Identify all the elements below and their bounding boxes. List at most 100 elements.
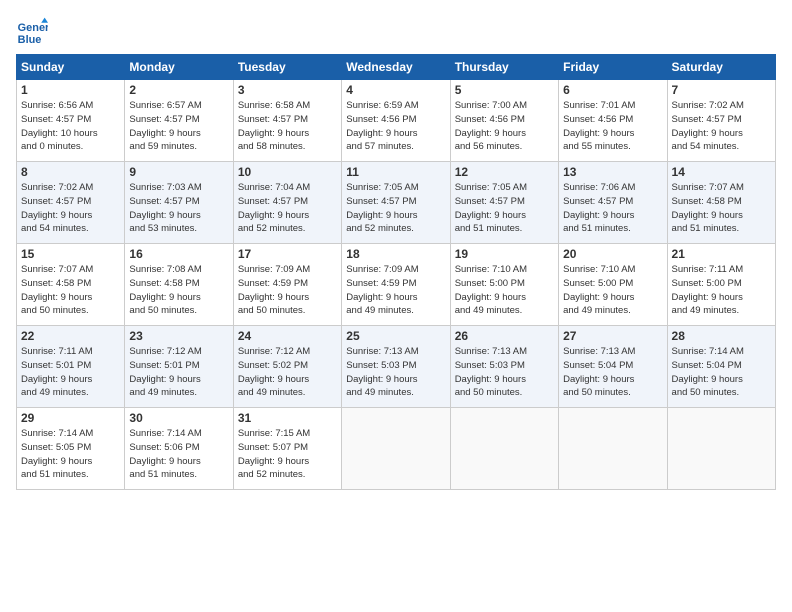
- logo: General Blue: [16, 16, 48, 48]
- day-info: Sunrise: 7:07 AMSunset: 4:58 PMDaylight:…: [21, 263, 120, 318]
- calendar-cell: 15 Sunrise: 7:07 AMSunset: 4:58 PMDayligh…: [17, 244, 125, 326]
- day-info: Sunrise: 7:10 AMSunset: 5:00 PMDaylight:…: [455, 263, 554, 318]
- day-info: Sunrise: 7:10 AMSunset: 5:00 PMDaylight:…: [563, 263, 662, 318]
- calendar-cell: 9 Sunrise: 7:03 AMSunset: 4:57 PMDaylight…: [125, 162, 233, 244]
- day-info: Sunrise: 7:09 AMSunset: 4:59 PMDaylight:…: [346, 263, 445, 318]
- day-info: Sunrise: 7:14 AMSunset: 5:06 PMDaylight:…: [129, 427, 228, 482]
- day-number: 9: [129, 165, 228, 179]
- calendar-cell: 7 Sunrise: 7:02 AMSunset: 4:57 PMDaylight…: [667, 80, 775, 162]
- day-number: 4: [346, 83, 445, 97]
- day-number: 19: [455, 247, 554, 261]
- calendar-cell: 22 Sunrise: 7:11 AMSunset: 5:01 PMDayligh…: [17, 326, 125, 408]
- day-number: 26: [455, 329, 554, 343]
- day-number: 3: [238, 83, 337, 97]
- calendar-cell: 11Sunrise: 7:05 AMSunset: 4:57 PMDayligh…: [342, 162, 450, 244]
- calendar-cell: [559, 408, 667, 490]
- calendar-cell: [667, 408, 775, 490]
- calendar-cell: 14 Sunrise: 7:07 AMSunset: 4:58 PMDayligh…: [667, 162, 775, 244]
- calendar-cell: 23 Sunrise: 7:12 AMSunset: 5:01 PMDayligh…: [125, 326, 233, 408]
- day-number: 6: [563, 83, 662, 97]
- day-number: 1: [21, 83, 120, 97]
- day-number: 5: [455, 83, 554, 97]
- day-number: 20: [563, 247, 662, 261]
- calendar-cell: 18 Sunrise: 7:09 AMSunset: 4:59 PMDayligh…: [342, 244, 450, 326]
- day-info: Sunrise: 7:04 AMSunset: 4:57 PMDaylight:…: [238, 181, 337, 236]
- day-info: Sunrise: 7:02 AMSunset: 4:57 PMDaylight:…: [21, 181, 120, 236]
- col-header-wednesday: Wednesday: [342, 55, 450, 80]
- calendar-cell: 2 Sunrise: 6:57 AMSunset: 4:57 PMDaylight…: [125, 80, 233, 162]
- day-number: 31: [238, 411, 337, 425]
- calendar-cell: 24 Sunrise: 7:12 AMSunset: 5:02 PMDayligh…: [233, 326, 341, 408]
- day-info: Sunrise: 7:14 AMSunset: 5:05 PMDaylight:…: [21, 427, 120, 482]
- day-info: Sunrise: 7:03 AMSunset: 4:57 PMDaylight:…: [129, 181, 228, 236]
- day-number: 13: [563, 165, 662, 179]
- day-number: 14: [672, 165, 771, 179]
- day-number: 25: [346, 329, 445, 343]
- calendar-cell: 8 Sunrise: 7:02 AMSunset: 4:57 PMDaylight…: [17, 162, 125, 244]
- day-info: Sunrise: 7:12 AMSunset: 5:01 PMDaylight:…: [129, 345, 228, 400]
- calendar-cell: 16 Sunrise: 7:08 AMSunset: 4:58 PMDayligh…: [125, 244, 233, 326]
- day-info: Sunrise: 7:12 AMSunset: 5:02 PMDaylight:…: [238, 345, 337, 400]
- day-number: 28: [672, 329, 771, 343]
- svg-text:Blue: Blue: [18, 34, 42, 46]
- svg-text:General: General: [18, 22, 48, 34]
- calendar-cell: 28 Sunrise: 7:14 AMSunset: 5:04 PMDayligh…: [667, 326, 775, 408]
- calendar-cell: 27 Sunrise: 7:13 AMSunset: 5:04 PMDayligh…: [559, 326, 667, 408]
- day-info: Sunrise: 7:07 AMSunset: 4:58 PMDaylight:…: [672, 181, 771, 236]
- col-header-tuesday: Tuesday: [233, 55, 341, 80]
- calendar-cell: 3 Sunrise: 6:58 AMSunset: 4:57 PMDaylight…: [233, 80, 341, 162]
- day-number: 7: [672, 83, 771, 97]
- page-header: General Blue: [16, 16, 776, 48]
- day-number: 8: [21, 165, 120, 179]
- day-info: Sunrise: 7:05 AMSunset: 4:57 PMDaylight:…: [455, 181, 554, 236]
- calendar-cell: 31Sunrise: 7:15 AMSunset: 5:07 PMDayligh…: [233, 408, 341, 490]
- day-number: 24: [238, 329, 337, 343]
- day-number: 23: [129, 329, 228, 343]
- col-header-friday: Friday: [559, 55, 667, 80]
- day-number: 11: [346, 165, 445, 179]
- col-header-sunday: Sunday: [17, 55, 125, 80]
- day-info: Sunrise: 7:13 AMSunset: 5:03 PMDaylight:…: [346, 345, 445, 400]
- calendar-cell: 26 Sunrise: 7:13 AMSunset: 5:03 PMDayligh…: [450, 326, 558, 408]
- logo-icon: General Blue: [16, 16, 48, 48]
- day-number: 21: [672, 247, 771, 261]
- calendar-cell: 1 Sunrise: 6:56 AMSunset: 4:57 PMDaylight…: [17, 80, 125, 162]
- col-header-thursday: Thursday: [450, 55, 558, 80]
- day-number: 29: [21, 411, 120, 425]
- day-info: Sunrise: 6:56 AMSunset: 4:57 PMDaylight:…: [21, 99, 120, 154]
- day-info: Sunrise: 7:13 AMSunset: 5:04 PMDaylight:…: [563, 345, 662, 400]
- day-info: Sunrise: 7:02 AMSunset: 4:57 PMDaylight:…: [672, 99, 771, 154]
- calendar-cell: 10 Sunrise: 7:04 AMSunset: 4:57 PMDayligh…: [233, 162, 341, 244]
- calendar-cell: 21 Sunrise: 7:11 AMSunset: 5:00 PMDayligh…: [667, 244, 775, 326]
- day-info: Sunrise: 7:09 AMSunset: 4:59 PMDaylight:…: [238, 263, 337, 318]
- calendar-cell: 6Sunrise: 7:01 AMSunset: 4:56 PMDaylight…: [559, 80, 667, 162]
- day-number: 10: [238, 165, 337, 179]
- day-number: 27: [563, 329, 662, 343]
- day-info: Sunrise: 7:13 AMSunset: 5:03 PMDaylight:…: [455, 345, 554, 400]
- calendar-cell: 4Sunrise: 6:59 AMSunset: 4:56 PMDaylight…: [342, 80, 450, 162]
- calendar-cell: 20 Sunrise: 7:10 AMSunset: 5:00 PMDayligh…: [559, 244, 667, 326]
- day-number: 18: [346, 247, 445, 261]
- calendar-cell: 17Sunrise: 7:09 AMSunset: 4:59 PMDayligh…: [233, 244, 341, 326]
- day-info: Sunrise: 7:14 AMSunset: 5:04 PMDaylight:…: [672, 345, 771, 400]
- day-number: 16: [129, 247, 228, 261]
- day-info: Sunrise: 7:08 AMSunset: 4:58 PMDaylight:…: [129, 263, 228, 318]
- calendar-cell: 13 Sunrise: 7:06 AMSunset: 4:57 PMDayligh…: [559, 162, 667, 244]
- day-number: 22: [21, 329, 120, 343]
- day-number: 2: [129, 83, 228, 97]
- day-info: Sunrise: 6:58 AMSunset: 4:57 PMDaylight:…: [238, 99, 337, 154]
- day-info: Sunrise: 7:11 AMSunset: 5:00 PMDaylight:…: [672, 263, 771, 318]
- day-number: 15: [21, 247, 120, 261]
- col-header-saturday: Saturday: [667, 55, 775, 80]
- day-number: 12: [455, 165, 554, 179]
- day-info: Sunrise: 7:11 AMSunset: 5:01 PMDaylight:…: [21, 345, 120, 400]
- day-info: Sunrise: 7:00 AMSunset: 4:56 PMDaylight:…: [455, 99, 554, 154]
- calendar-cell: 29 Sunrise: 7:14 AMSunset: 5:05 PMDayligh…: [17, 408, 125, 490]
- col-header-monday: Monday: [125, 55, 233, 80]
- calendar-cell: 12 Sunrise: 7:05 AMSunset: 4:57 PMDayligh…: [450, 162, 558, 244]
- calendar-cell: 30Sunrise: 7:14 AMSunset: 5:06 PMDayligh…: [125, 408, 233, 490]
- calendar-cell: 5 Sunrise: 7:00 AMSunset: 4:56 PMDaylight…: [450, 80, 558, 162]
- calendar-table: SundayMondayTuesdayWednesdayThursdayFrid…: [16, 54, 776, 490]
- day-info: Sunrise: 7:06 AMSunset: 4:57 PMDaylight:…: [563, 181, 662, 236]
- day-info: Sunrise: 6:57 AMSunset: 4:57 PMDaylight:…: [129, 99, 228, 154]
